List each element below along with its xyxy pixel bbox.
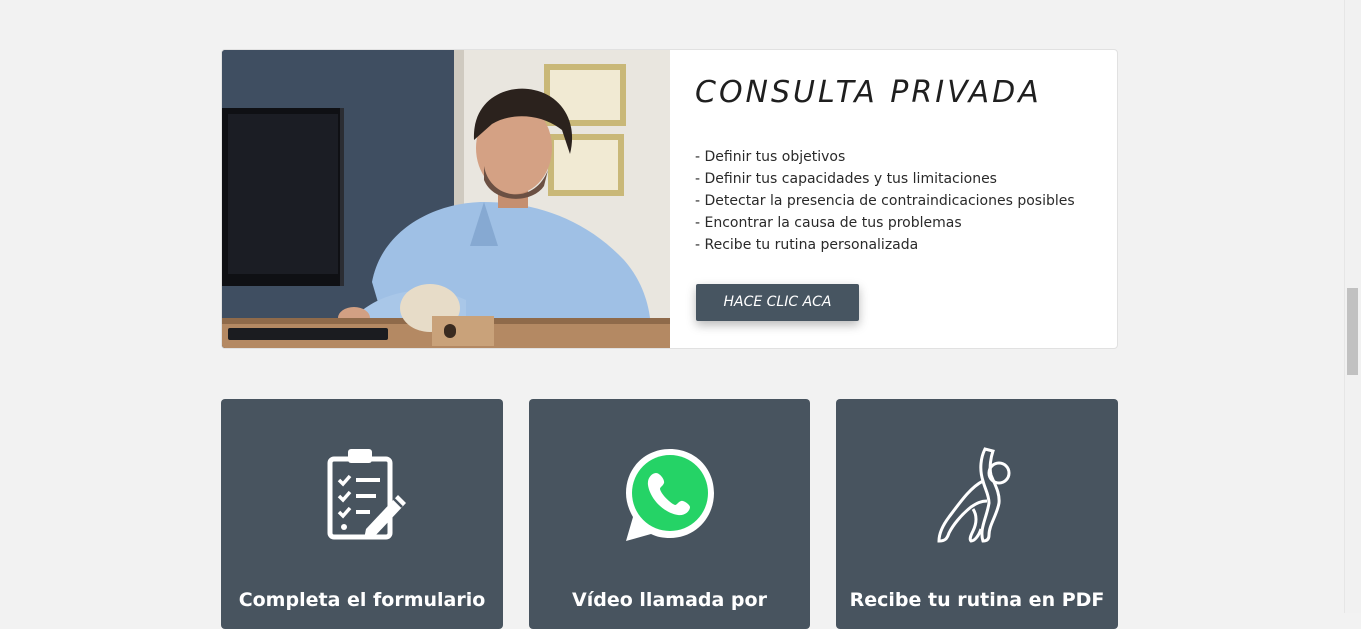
man-at-desk-photo <box>222 50 670 348</box>
benefit-item: - Definir tus objetivos <box>695 149 846 165</box>
feature-card-video-llamada: Vídeo llamada por <box>529 399 810 629</box>
hace-clic-aca-button[interactable]: HACE CLIC ACA <box>696 284 859 321</box>
benefit-item: - Definir tus capacidades y tus limitaci… <box>695 171 997 187</box>
whatsapp-icon <box>620 445 720 545</box>
benefit-item: - Encontrar la causa de tus problemas <box>695 215 962 231</box>
clipboard-checklist-icon <box>312 445 412 545</box>
consulta-privada-content: CONSULTA PRIVADA - Definir tus objetivos… <box>695 50 1097 348</box>
benefit-item: - Detectar la presencia de contraindicac… <box>695 193 1075 209</box>
feature-label: Vídeo llamada por <box>572 589 767 611</box>
feature-card-formulario: Completa el formulario <box>221 399 503 629</box>
feature-label: Completa el formulario <box>238 589 486 611</box>
feature-card-rutina-pdf: Recibe tu rutina en PDF <box>836 399 1118 629</box>
scrollbar-thumb[interactable] <box>1347 288 1358 375</box>
stretching-person-icon <box>927 445 1027 545</box>
consulta-privada-card: CONSULTA PRIVADA - Definir tus objetivos… <box>221 49 1118 349</box>
consulta-privada-title: CONSULTA PRIVADA <box>695 75 1042 110</box>
benefit-item: - Recibe tu rutina personalizada <box>695 237 919 253</box>
benefits-list: - Definir tus objetivos - Definir tus ca… <box>695 146 1075 256</box>
feature-label: Recibe tu rutina en PDF <box>849 589 1105 611</box>
